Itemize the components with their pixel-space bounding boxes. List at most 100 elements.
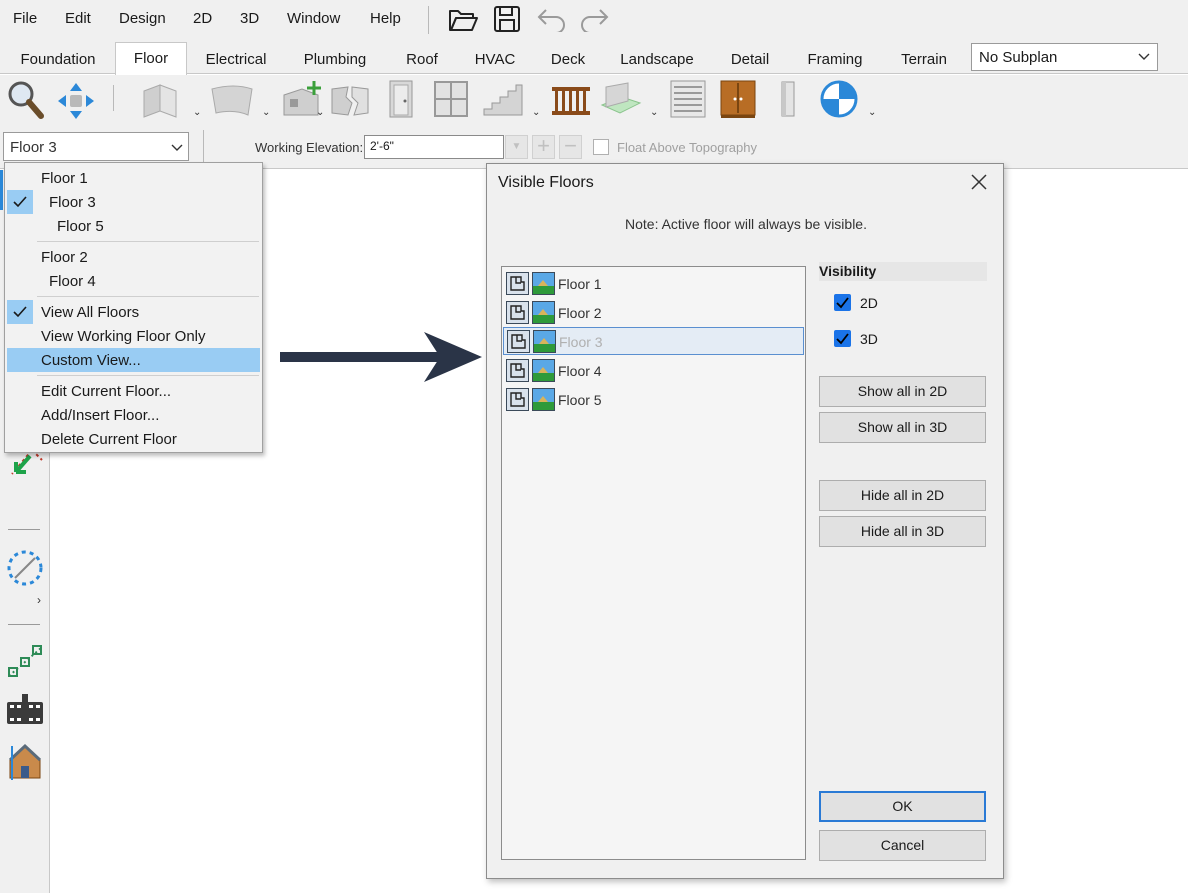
menu-3d[interactable]: 3D xyxy=(240,10,259,27)
menu-item-floor-4[interactable]: Floor 4 xyxy=(49,273,96,290)
subplan-select[interactable]: No Subplan xyxy=(971,43,1158,71)
hide-all-2d-button[interactable]: Hide all in 2D xyxy=(819,480,986,511)
tab-detail[interactable]: Detail xyxy=(719,44,781,74)
stairs-icon[interactable] xyxy=(480,81,524,119)
cad-chain-icon[interactable] xyxy=(5,642,45,682)
floor-plan-2d-icon[interactable] xyxy=(506,388,529,411)
show-all-3d-button[interactable]: Show all in 3D xyxy=(819,412,986,443)
floor-plan-2d-icon[interactable] xyxy=(506,272,529,295)
dimension-circle-icon[interactable] xyxy=(5,548,45,588)
chevron-down-icon[interactable]: ⌄ xyxy=(868,107,876,118)
menu-item-floor-1[interactable]: Floor 1 xyxy=(41,170,88,187)
floor-select[interactable]: Floor 3 xyxy=(3,132,189,161)
menu-design[interactable]: Design xyxy=(119,10,166,27)
menu-item-view-all-floors[interactable]: View All Floors xyxy=(41,304,139,321)
menu-item-delete-current-floor[interactable]: Delete Current Floor xyxy=(41,431,177,448)
cancel-button[interactable]: Cancel xyxy=(819,830,986,861)
wardrobe-icon[interactable] xyxy=(718,79,758,119)
wall-icon[interactable] xyxy=(140,81,184,119)
float-above-topography-label: Float Above Topography xyxy=(617,140,757,155)
chevron-right-icon[interactable]: › xyxy=(37,593,41,607)
elevation-dropdown-button[interactable]: ▼ xyxy=(505,135,528,159)
cabinet-icon[interactable] xyxy=(668,79,708,119)
menu-item-floor-5[interactable]: Floor 5 xyxy=(57,218,104,235)
menu-item-floor-2[interactable]: Floor 2 xyxy=(41,249,88,266)
list-item[interactable]: Floor 5 xyxy=(503,386,804,414)
working-elevation-input[interactable]: 2'-6" xyxy=(364,135,504,159)
railing-icon[interactable] xyxy=(550,81,592,119)
visibility-3d-checkbox[interactable] xyxy=(834,330,851,347)
floor-3d-view-icon[interactable] xyxy=(532,272,555,295)
column-icon[interactable] xyxy=(776,79,800,119)
menu-item-view-working-floor-only[interactable]: View Working Floor Only xyxy=(41,328,206,345)
redo-icon[interactable] xyxy=(578,6,610,32)
list-item[interactable]: Floor 2 xyxy=(503,299,804,327)
open-folder-icon[interactable] xyxy=(447,5,479,33)
visibility-2d-checkbox[interactable] xyxy=(834,294,851,311)
chevron-down-icon[interactable]: ⌄ xyxy=(262,107,270,118)
show-all-2d-button[interactable]: Show all in 2D xyxy=(819,376,986,407)
floor-plan-2d-icon[interactable] xyxy=(506,359,529,382)
floor-list-label: Floor 4 xyxy=(558,363,602,379)
menu-item-edit-current-floor[interactable]: Edit Current Floor... xyxy=(41,383,171,400)
chevron-down-icon[interactable]: ⌄ xyxy=(532,107,540,118)
ok-button[interactable]: OK xyxy=(819,791,986,822)
save-icon[interactable] xyxy=(492,4,522,34)
camera-film-icon[interactable] xyxy=(5,692,45,732)
close-button[interactable] xyxy=(967,170,991,194)
tab-floor[interactable]: Floor xyxy=(115,42,187,75)
floor-3d-view-icon[interactable] xyxy=(532,359,555,382)
list-item-selected[interactable]: Floor 3 xyxy=(503,327,804,355)
tab-framing[interactable]: Framing xyxy=(796,44,874,74)
active-tool-indicator xyxy=(0,170,3,210)
tab-deck[interactable]: Deck xyxy=(538,44,598,74)
menu-window[interactable]: Window xyxy=(287,10,340,27)
close-icon xyxy=(971,174,987,190)
menu-file[interactable]: File xyxy=(13,10,37,27)
list-item[interactable]: Floor 1 xyxy=(503,270,804,298)
tab-plumbing[interactable]: Plumbing xyxy=(292,44,378,74)
working-elevation-label: Working Elevation: xyxy=(255,140,364,155)
floor-3d-view-icon[interactable] xyxy=(533,330,556,353)
subplan-value: No Subplan xyxy=(979,49,1058,66)
increase-elevation-button[interactable]: + xyxy=(532,135,555,159)
float-above-topography-checkbox[interactable] xyxy=(593,139,609,155)
tab-hvac[interactable]: HVAC xyxy=(464,44,526,74)
slab-icon[interactable] xyxy=(598,81,642,119)
house-icon[interactable] xyxy=(8,742,42,782)
chevron-down-icon[interactable]: ⌄ xyxy=(650,107,658,118)
chevron-down-icon[interactable]: ⌄ xyxy=(193,107,201,118)
compass-icon[interactable] xyxy=(818,79,860,119)
menu-item-add-insert-floor[interactable]: Add/Insert Floor... xyxy=(41,407,159,424)
tab-landscape[interactable]: Landscape xyxy=(609,44,705,74)
menu-help[interactable]: Help xyxy=(370,10,401,27)
floor-3d-view-icon[interactable] xyxy=(532,388,555,411)
hide-all-3d-button[interactable]: Hide all in 3D xyxy=(819,516,986,547)
tab-foundation[interactable]: Foundation xyxy=(4,44,112,74)
tab-electrical[interactable]: Electrical xyxy=(191,44,281,74)
list-item[interactable]: Floor 4 xyxy=(503,357,804,385)
zoom-icon[interactable] xyxy=(7,80,45,120)
menu-edit[interactable]: Edit xyxy=(65,10,91,27)
tool-ribbon: ⌄ ⌄ ⌄ ⌄ ⌄ ⌄ xyxy=(0,75,1188,125)
curved-wall-icon[interactable] xyxy=(210,83,254,117)
checkmark-icon xyxy=(13,306,27,318)
menu-2d[interactable]: 2D xyxy=(193,10,212,27)
undo-icon[interactable] xyxy=(536,6,568,32)
chevron-down-icon[interactable]: ⌄ xyxy=(316,107,324,118)
break-wall-icon[interactable] xyxy=(330,83,370,117)
checkmark-icon xyxy=(836,333,849,345)
menu-item-custom-view[interactable]: Custom View... xyxy=(41,352,141,369)
tab-roof[interactable]: Roof xyxy=(393,44,451,74)
floor-plan-2d-icon[interactable] xyxy=(506,301,529,324)
menu-item-floor-3[interactable]: Floor 3 xyxy=(49,194,96,211)
visibility-2d-label: 2D xyxy=(860,295,878,311)
tab-terrain[interactable]: Terrain xyxy=(887,44,961,74)
floor-list[interactable]: Floor 1 Floor 2 Floor 3 Floor 4 Floor 5 xyxy=(501,266,806,860)
door-icon[interactable] xyxy=(386,79,416,119)
decrease-elevation-button[interactable]: − xyxy=(559,135,582,159)
pan-icon[interactable] xyxy=(56,81,96,121)
window-icon[interactable] xyxy=(432,79,470,119)
floor-plan-2d-icon[interactable] xyxy=(507,330,530,353)
floor-3d-view-icon[interactable] xyxy=(532,301,555,324)
